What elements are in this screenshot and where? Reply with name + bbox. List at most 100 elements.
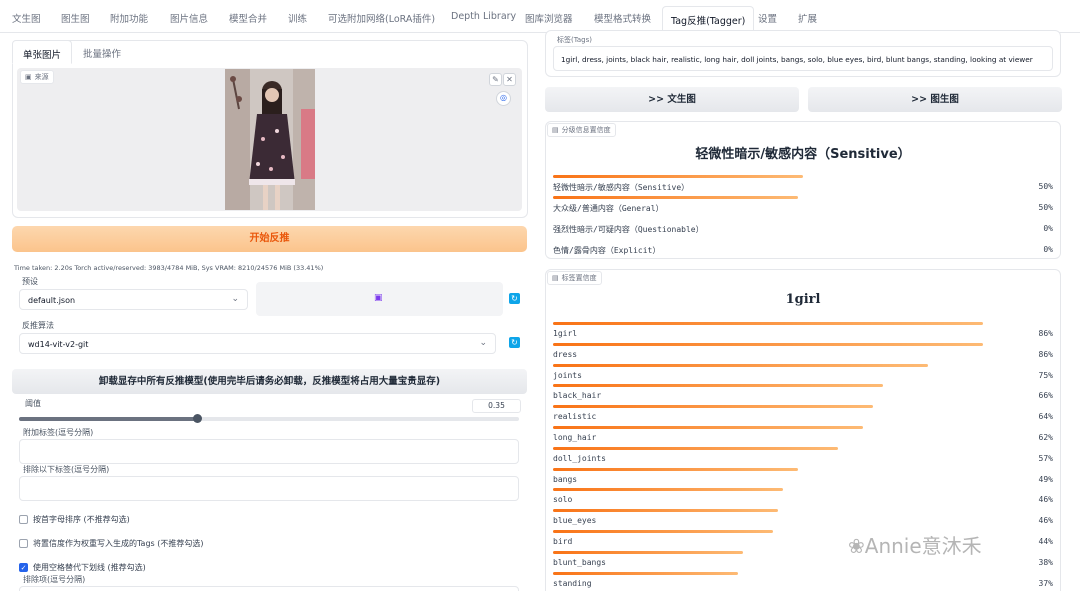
edit-icon[interactable]: ✎ [489,73,502,86]
tag-conf-percent: 46% [1038,495,1053,505]
rating-row: 大众级/普通内容（General） 50% [553,196,1053,217]
rating-percent: 0% [1043,245,1053,254]
refresh-preset-icon[interactable]: ↻ [509,293,520,304]
tab-png-info[interactable]: 图片信息 [170,11,208,25]
tag-conf-percent: 57% [1038,453,1053,463]
tag-conf-bar [553,550,743,554]
weight-label: 将置信度作为权重写入生成的Tags (不推荐勾选) [33,539,204,548]
tag-conf-percent: 75% [1038,370,1053,380]
tag-conf-percent: 62% [1038,433,1053,442]
uploaded-photo [225,69,315,210]
tab-image-browser[interactable]: 图库浏览器 [525,11,573,25]
tag-conf-name: solo [553,495,573,505]
tag-conf-bar [553,446,838,450]
send-to-txt2img-button[interactable]: >> 文生图 [545,87,799,112]
tag-conf-row: doll_joints 57% [553,446,1053,468]
tag-conf-row: standing 37% [553,571,1053,591]
unload-models-button[interactable]: 卸载显存中所有反推模型(使用完毕后请务必卸载，反推模型将占用大量宝贵显存) [12,369,527,394]
threshold-slider-track[interactable] [19,414,519,423]
tab-train[interactable]: 训练 [288,11,307,25]
threshold-slider-handle[interactable] [193,414,202,423]
sort-alpha-checkbox[interactable] [19,515,28,524]
tag-conf-percent: 64% [1038,412,1053,422]
chart-icon: ▤ [552,274,559,282]
rating-name: 轻微性暗示/敏感内容（Sensitive） [553,183,690,192]
exclusion-input[interactable] [19,586,519,591]
threshold-input[interactable]: 0.35 [472,399,521,413]
rating-row: 强烈性暗示/可疑内容（Questionable） 0% [553,217,1053,238]
rating-row: 色情/露骨内容（Explicit） 0% [553,238,1053,259]
tag-conf-name: dress [553,349,578,359]
rating-label: ▤ 分级信息置信度 [547,123,616,137]
tag-conf-bar [553,488,783,492]
tags-label: 标签(Tags) [557,36,592,44]
focus-icon[interactable]: ◎ [496,91,511,106]
tab-model-converter[interactable]: 模型格式转换 [594,11,651,25]
tab-img2img[interactable]: 图生图 [61,11,90,25]
tag-conf-bar [553,426,863,429]
start-interrogate-button[interactable]: 开始反推 [12,226,527,252]
tag-conf-name: blue_eyes [553,516,597,526]
tag-conf-bar [553,342,983,346]
algo-label: 反推算法 [22,321,54,330]
exclude-tags-input[interactable] [19,476,519,501]
rating-name: 大众级/普通内容（General） [553,204,664,213]
chart-icon: ▤ [552,126,559,134]
tag-conf-percent: 86% [1038,329,1053,338]
tag-conf-percent: 37% [1038,578,1053,588]
save-preset-button[interactable]: ▣ [256,282,503,316]
tag-conf-name: 1girl [553,329,578,338]
tag-conf-name: bird [553,537,573,546]
tab-extras[interactable]: 附加功能 [110,11,148,25]
tag-conf-name: standing [553,578,592,588]
space-underscore-checkbox[interactable]: ✓ [19,563,28,572]
exclude-tags-label: 排除以下标签(逗号分隔) [23,465,110,474]
refresh-algo-icon[interactable]: ↻ [509,337,520,348]
preset-label: 预设 [22,277,38,286]
tags-output[interactable]: 1girl, dress, joints, black hair, realis… [553,46,1053,71]
tab-single-image[interactable]: 单张图片 [12,40,73,64]
input-mode-tabs: 单张图片 批量操作 [12,40,528,64]
rating-percent: 50% [1038,203,1053,212]
preset-select[interactable]: default.json ⌄ [19,289,248,310]
rating-bar [553,175,803,178]
send-to-img2img-button[interactable]: >> 图生图 [808,87,1062,112]
tag-conf-bar [553,571,738,575]
tag-conf-bar [553,509,778,513]
tag-conf-bar [553,530,773,533]
tag-conf-name: realistic [553,412,597,422]
tag-conf-percent: 49% [1038,474,1053,484]
save-icon: ▣ [374,293,383,303]
tag-conf-row: long_hair 62% [553,426,1053,447]
tab-extensions[interactable]: 扩展 [798,11,817,25]
tab-additional-networks[interactable]: 可选附加网络(LoRA插件) [328,11,435,25]
tag-conf-percent: 38% [1038,557,1053,567]
tag-conf-name: bangs [553,474,578,484]
additional-tags-input[interactable] [19,439,519,464]
source-label: ▣ 来源 [20,70,54,84]
tab-settings[interactable]: 设置 [758,11,777,25]
rating-title: 轻微性暗示/敏感内容（Sensitive） [695,147,911,162]
tab-batch[interactable]: 批量操作 [73,40,131,64]
sort-alpha-label: 按首字母排序 (不推荐勾选) [33,515,130,524]
weight-checkbox[interactable] [19,539,28,548]
tag-conf-bar [553,467,798,471]
tab-model-merge[interactable]: 模型合并 [229,11,267,25]
tab-depth-library[interactable]: Depth Library [451,11,516,22]
tab-txt2img[interactable]: 文生图 [12,11,41,25]
tag-conf-percent: 66% [1038,391,1053,401]
image-icon: ▣ [25,73,32,81]
algo-select[interactable]: wd14-vit-v2-git ⌄ [19,333,496,354]
tag-conf-row: joints 75% [553,363,1053,385]
tag-conf-percent: 46% [1038,516,1053,526]
tag-conf-name: joints [553,370,582,380]
rating-percent: 0% [1043,224,1053,233]
tag-conf-name: blunt_bangs [553,557,606,567]
watermark: ❀Annie意沐禾 [848,534,982,558]
preset-value: default.json [28,296,76,305]
rating-name: 色情/露骨内容（Explicit） [553,246,661,255]
tag-conf-title: 1girl [785,292,821,307]
close-icon[interactable]: ✕ [503,73,516,86]
rating-percent: 50% [1038,182,1053,191]
tag-conf-row: bangs 49% [553,467,1053,489]
